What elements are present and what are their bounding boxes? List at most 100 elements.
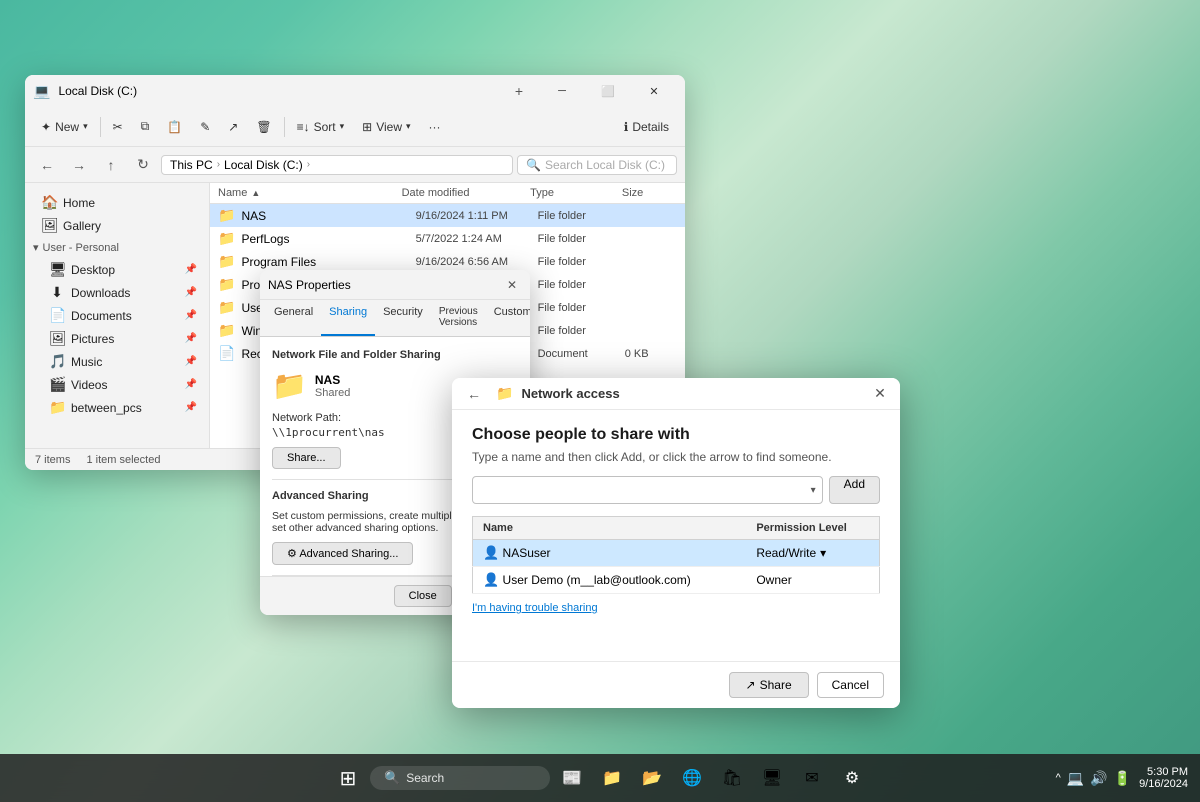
- more-button[interactable]: ···: [421, 116, 449, 138]
- taskbar-edge-button[interactable]: 🌐: [674, 760, 710, 796]
- search-label: Search: [406, 771, 444, 785]
- close-button[interactable]: ✕: [631, 75, 677, 107]
- maximize-button[interactable]: ⬜: [585, 75, 631, 107]
- taskbar-right: ^ 💻 🔊 🔋 5:30 PM 9/16/2024: [1056, 766, 1188, 790]
- file-row-nas[interactable]: 📁 NAS 9/16/2024 1:11 PM File folder: [210, 204, 685, 227]
- taskbar-settings-button[interactable]: ⚙: [834, 760, 870, 796]
- network-status-icon[interactable]: 💻: [1067, 770, 1084, 787]
- clock[interactable]: 5:30 PM 9/16/2024: [1139, 766, 1188, 790]
- sidebar-item-pictures[interactable]: 🖼 Pictures 📌: [29, 327, 205, 350]
- tab-sharing[interactable]: Sharing: [321, 300, 375, 336]
- new-tab-button[interactable]: +: [503, 75, 535, 107]
- sidebar-item-home[interactable]: 🏠 Home: [29, 191, 205, 214]
- file-explorer-icon: 💻: [33, 83, 50, 100]
- file-name-perflogs: PerfLogs: [241, 232, 415, 246]
- local-disk-breadcrumb[interactable]: Local Disk (C:): [224, 158, 303, 172]
- network-back-button[interactable]: ←: [460, 380, 488, 408]
- user-icon-nasuser: 👤: [483, 545, 499, 560]
- taskbar-widgets-button[interactable]: 📰: [554, 760, 590, 796]
- advanced-sharing-icon: ⚙: [287, 548, 297, 560]
- volume-icon[interactable]: 🔊: [1090, 770, 1107, 787]
- back-button[interactable]: ←: [33, 151, 61, 179]
- sort-button[interactable]: ≡↓ Sort ▾: [289, 116, 353, 138]
- nasuser-permission-dropdown[interactable]: Read/Write ▾: [756, 546, 869, 560]
- dropdown-icon[interactable]: ▾: [811, 485, 816, 496]
- copy-button[interactable]: ⧉: [133, 115, 158, 138]
- close-button[interactable]: Close: [394, 585, 452, 607]
- add-button[interactable]: Add: [829, 476, 880, 504]
- file-name-nas: NAS: [241, 209, 415, 223]
- tab-general[interactable]: General: [266, 300, 321, 336]
- col-size-header[interactable]: Size: [622, 187, 677, 199]
- this-pc-breadcrumb[interactable]: This PC: [170, 158, 213, 172]
- network-share-button[interactable]: ↗ Share: [729, 672, 809, 698]
- file-date-perflogs: 5/7/2022 1:24 AM: [416, 233, 538, 245]
- tab-customize[interactable]: Customize: [486, 300, 530, 336]
- battery-icon[interactable]: 🔋: [1114, 770, 1131, 787]
- file-name-programfiles: Program Files: [241, 255, 415, 269]
- network-cancel-button[interactable]: Cancel: [817, 672, 884, 698]
- nas-folder-name: NAS: [315, 373, 350, 387]
- delete-button[interactable]: 🗑: [248, 116, 279, 138]
- view-button[interactable]: ⊞ View ▾: [354, 116, 418, 138]
- rename-button[interactable]: ✎: [192, 116, 218, 138]
- sidebar-item-downloads[interactable]: ⬇ Downloads 📌: [29, 281, 205, 304]
- tab-previous-versions[interactable]: Previous Versions: [431, 300, 486, 336]
- tab-security[interactable]: Security: [375, 300, 431, 336]
- sidebar-item-music[interactable]: 🎵 Music 📌: [29, 350, 205, 373]
- col-date-header[interactable]: Date modified: [402, 187, 531, 199]
- paste-button[interactable]: 📋: [159, 116, 190, 138]
- network-close-button[interactable]: ✕: [868, 382, 892, 406]
- sidebar-item-documents[interactable]: 📄 Documents 📌: [29, 304, 205, 327]
- taskbar-explorer-button[interactable]: 📂: [634, 760, 670, 796]
- table-row-nasuser[interactable]: 👤 NASuser Read/Write ▾: [473, 540, 880, 567]
- pictures-icon: 🖼: [49, 330, 65, 347]
- taskbar-search[interactable]: 🔍 Search: [370, 766, 550, 790]
- taskbar-remote-button[interactable]: 🖥: [754, 760, 790, 796]
- pin-icon-music: 📌: [185, 356, 197, 367]
- sort-icon: ≡↓: [297, 120, 310, 134]
- details-label: Details: [632, 120, 669, 134]
- file-size-recovery: 0 KB: [625, 348, 677, 360]
- table-row-userdemo[interactable]: 👤 User Demo (m__lab@outlook.com) Owner: [473, 567, 880, 594]
- search-box[interactable]: 🔍 Search Local Disk (C:): [517, 155, 677, 175]
- pin-icon: 📌: [185, 264, 197, 275]
- taskbar-email-button[interactable]: ✉: [794, 760, 830, 796]
- col-name-header[interactable]: Name ▲: [218, 187, 402, 199]
- network-access-footer: ↗ Share Cancel: [452, 661, 900, 708]
- tray-chevron-icon[interactable]: ^: [1056, 772, 1061, 784]
- nas-properties-close[interactable]: ✕: [502, 275, 522, 295]
- desktop: 💻 Local Disk (C:) + ─ ⬜ ✕ ✦ New ▾ ✂ ⧉ 📋 …: [0, 0, 1200, 802]
- userdemo-name-cell: 👤 User Demo (m__lab@outlook.com): [473, 567, 747, 594]
- sidebar-item-between-pcs[interactable]: 📁 between_pcs 📌: [29, 396, 205, 419]
- address-path[interactable]: This PC › Local Disk (C:) ›: [161, 155, 513, 175]
- col-type-header[interactable]: Type: [530, 187, 622, 199]
- share-button[interactable]: Share...: [272, 447, 341, 469]
- taskbar-store-button[interactable]: 🛍: [714, 760, 750, 796]
- forward-button[interactable]: →: [65, 151, 93, 179]
- sidebar-item-desktop[interactable]: 🖥 Desktop 📌: [29, 258, 205, 281]
- sidebar-item-gallery[interactable]: 🖼 Gallery: [29, 214, 205, 237]
- minimize-button[interactable]: ─: [539, 75, 585, 107]
- taskbar-files-button[interactable]: 📁: [594, 760, 630, 796]
- trouble-sharing-link[interactable]: I'm having trouble sharing: [472, 602, 880, 614]
- file-row-perflogs[interactable]: 📁 PerfLogs 5/7/2022 1:24 AM File folder: [210, 227, 685, 250]
- separator: [100, 117, 101, 137]
- advanced-sharing-button[interactable]: ⚙ Advanced Sharing...: [272, 542, 413, 565]
- downloads-icon: ⬇: [49, 284, 65, 301]
- sidebar-item-videos[interactable]: 🎬 Videos 📌: [29, 373, 205, 396]
- up-button[interactable]: ↑: [97, 151, 125, 179]
- new-button[interactable]: ✦ New ▾: [33, 116, 96, 138]
- share-name-input[interactable]: ▾: [472, 476, 823, 504]
- folder-icon-programfiles: 📁: [218, 253, 235, 270]
- time-display: 5:30 PM: [1139, 766, 1188, 778]
- folder-icon-pfx86: 📁: [218, 276, 235, 293]
- start-button[interactable]: ⊞: [330, 760, 366, 796]
- refresh-button[interactable]: ↻: [129, 151, 157, 179]
- cut-button[interactable]: ✂: [105, 116, 131, 138]
- sidebar-section-user[interactable]: ▾ User - Personal: [25, 237, 209, 258]
- details-button[interactable]: ℹ Details: [616, 116, 677, 138]
- share-button[interactable]: ↗: [220, 116, 246, 138]
- file-date-nas: 9/16/2024 1:11 PM: [416, 210, 538, 222]
- file-explorer-titlebar: 💻 Local Disk (C:) + ─ ⬜ ✕: [25, 75, 685, 107]
